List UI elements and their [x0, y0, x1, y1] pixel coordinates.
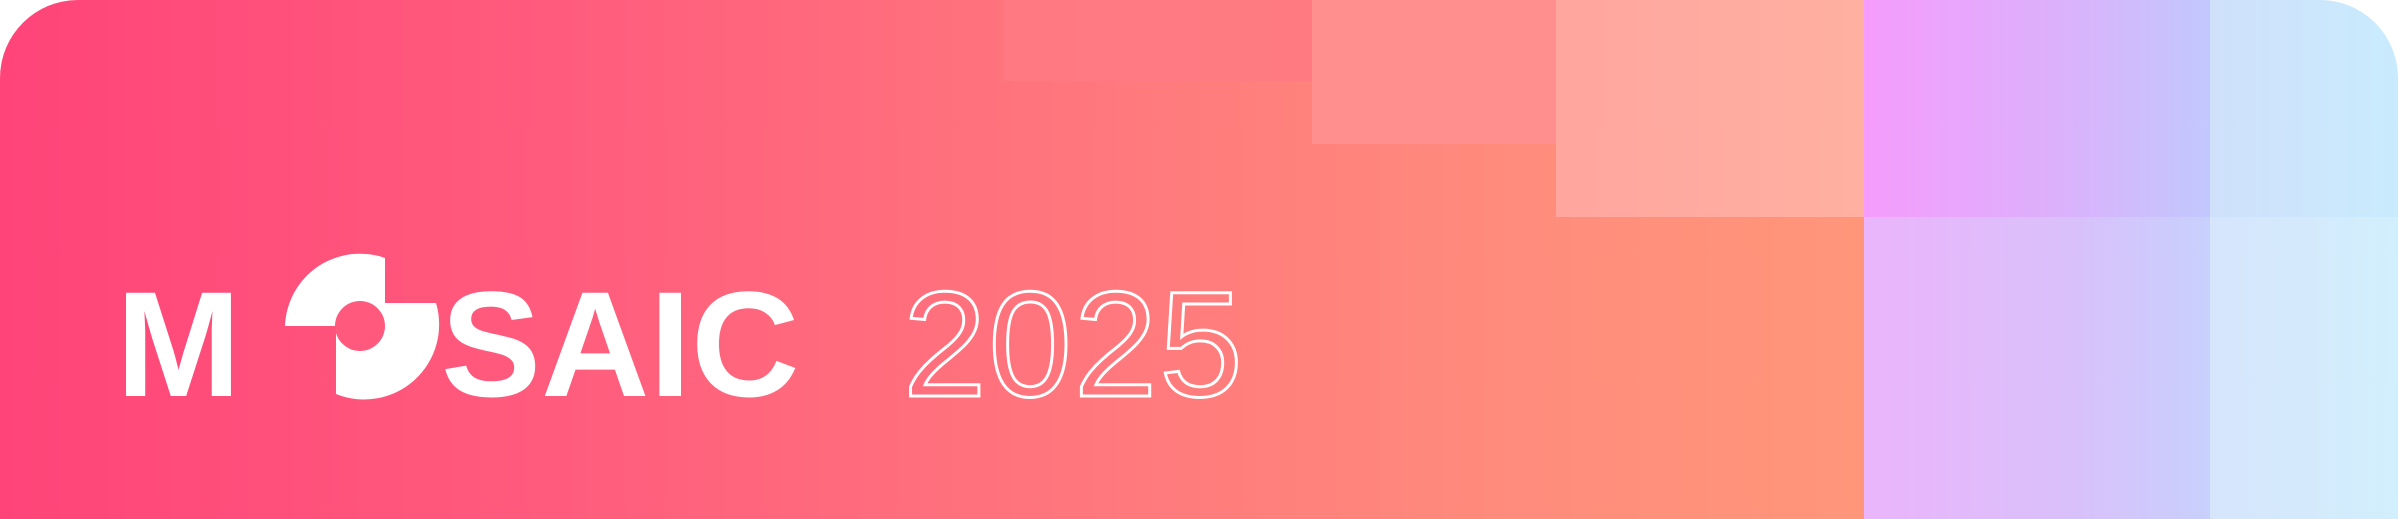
- mosaic-tile: [1864, 0, 2210, 217]
- mosaic-tile: [2210, 0, 2398, 217]
- logo-letters-saic: SAIC: [441, 260, 799, 428]
- mosaic-2025-logo: M SAIC 2025: [0, 0, 1320, 519]
- logo-o-mark-icon: [285, 253, 440, 400]
- mosaic-tile: [1864, 217, 2210, 519]
- mosaic-tile: [1312, 0, 1556, 144]
- mosaic-tile: [2210, 217, 2398, 519]
- event-banner: M SAIC 2025: [0, 0, 2398, 519]
- logo-year: 2025: [903, 260, 1245, 428]
- logo-letter-m: M: [116, 260, 241, 428]
- mosaic-tile: [1556, 0, 1864, 217]
